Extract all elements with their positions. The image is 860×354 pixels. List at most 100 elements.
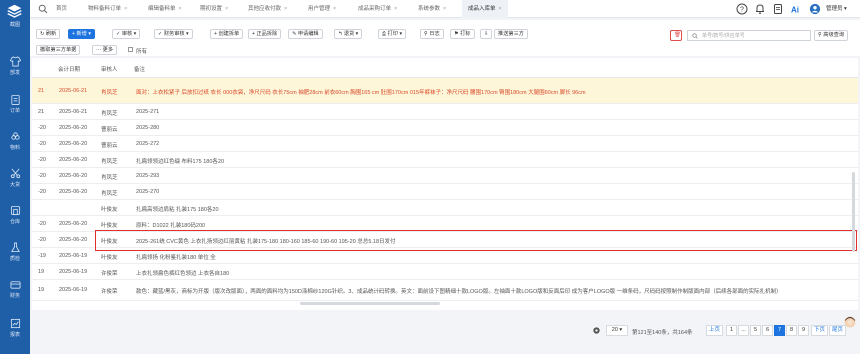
log-button[interactable]: ⚲ 日志 [420, 29, 444, 39]
page-number-button[interactable]: 8 [786, 325, 797, 336]
close-icon[interactable]: × [499, 6, 502, 12]
avatar[interactable] [808, 3, 822, 15]
table-row[interactable]: -20 2025-06-20 曹丽云 2025-280 [32, 120, 858, 136]
prev-page-button[interactable]: 上页 [706, 325, 724, 336]
mark-button[interactable]: ⚑ 打标 [450, 29, 475, 39]
user-menu[interactable]: 管理员 ▾ [826, 0, 847, 18]
table-row[interactable]: -20 2025-06-20 叶俊友 2025-261统 CVC黄色 上衣扎扬领边红丽… [32, 232, 858, 248]
chevron-down-icon: ▾ [399, 31, 403, 37]
tab-period-setup[interactable]: 期初设置 × [194, 0, 234, 18]
horizontal-scrollbar[interactable] [300, 302, 440, 305]
tab-label: 系统参数 [418, 6, 441, 12]
chart-icon [10, 318, 20, 329]
vertical-scrollbar[interactable] [852, 172, 855, 252]
positive-split-button[interactable]: + 正品拆除 [248, 29, 282, 39]
sidebar-item-8[interactable]: 报表 [0, 318, 30, 348]
delete-button[interactable]: 🗑 [670, 30, 682, 41]
page-size-select[interactable]: 20 ▾ [606, 325, 628, 336]
column-header[interactable]: 审核人 [101, 65, 118, 73]
sidebar-item-2[interactable]: 订单 [0, 94, 30, 124]
tab-material-order[interactable]: 物料备料订单 × [82, 0, 133, 18]
all-checkbox[interactable] [128, 47, 133, 52]
cancel-third-party-label: 撤取第三方单据 [40, 47, 77, 53]
push-third-party-button[interactable]: 推送第三方 [494, 29, 528, 39]
tab-product-inbound[interactable]: 成品入库单 × [462, 0, 508, 18]
next-page-button[interactable]: 下页 [811, 325, 829, 336]
note-cell: 扎扁领扬 化粉鉴扎装180 单位 全 [136, 255, 216, 261]
print-label: 打印 [387, 31, 398, 37]
search-field[interactable] [702, 31, 806, 40]
page-number-button[interactable]: 6 [762, 325, 773, 336]
print-button[interactable]: ⎙ 打印 ▾ [378, 29, 407, 39]
cancel-third-party-button[interactable]: 撤取第三方单据 [36, 45, 81, 55]
create-split-button[interactable]: + 创建拆单 [210, 29, 244, 39]
row-id-cell: -20 [38, 141, 46, 147]
close-icon[interactable]: × [124, 6, 127, 12]
page-number-button[interactable]: 1 [726, 325, 737, 336]
app-logo-icon [7, 4, 22, 18]
sidebar-item-0[interactable]: 截图 [0, 19, 30, 49]
bell-icon[interactable] [754, 3, 766, 15]
apply-edit-button[interactable]: ✎ 申请编辑 [288, 29, 323, 39]
table-row[interactable]: 叶俊友 扎扁高领边肩粘 扎装175 180各20 [32, 200, 858, 216]
note-cell: 2025-293 [136, 173, 160, 179]
column-header[interactable]: 会计日期 [58, 65, 80, 73]
close-icon[interactable]: × [394, 6, 397, 12]
apply-edit-label: 申请编辑 [297, 31, 319, 37]
table-row[interactable]: -20 2025-06-20 肖凤芝 2025-270 [32, 184, 858, 200]
close-icon[interactable]: × [443, 6, 446, 12]
more-icon: ··· [96, 47, 102, 53]
export-button[interactable]: ⇩ [480, 29, 493, 39]
document-icon[interactable] [772, 3, 784, 15]
page-number-button[interactable]: 9 [798, 325, 809, 336]
tab-product-purchase[interactable]: 成品采购订单 × [352, 0, 403, 18]
sidebar-item-3[interactable]: 物料 [0, 131, 30, 161]
auditor-cell: 曹丽云 [101, 143, 118, 149]
table-row[interactable]: -20 2025-06-20 肖凤芝 2025-293 [32, 168, 858, 184]
note-cell: 扎扁高领边肩粘 扎装175 180各20 [136, 207, 219, 213]
sidebar-item-6[interactable]: 质检 [0, 242, 30, 272]
column-header[interactable]: 备注 [134, 65, 145, 73]
tab-system-params[interactable]: 系统参数 × [412, 0, 452, 18]
support-avatar[interactable] [844, 316, 856, 328]
auditor-cell: 叶俊友 [101, 207, 118, 213]
table-row[interactable]: -20 2025-06-20 叶俊友 原料：D1022 扎装180码200 [32, 216, 858, 232]
settings-icon[interactable] [592, 326, 601, 335]
sidebar-item-1[interactable]: 部发 [0, 56, 30, 86]
table-row[interactable]: 21 2025-06-21 肖凤芝 面对：上衣松紧子 后放扣过纸 衣长 000衣袋，净… [32, 78, 858, 104]
close-icon[interactable]: × [333, 6, 336, 12]
tab-home[interactable]: 首页 [50, 0, 73, 18]
table-row[interactable]: 19 2025-06-19 许俊荣 上衣扎领扁色裤红色领边 上衣各自180 [32, 264, 858, 280]
return-button[interactable]: ↰ 退货 ▾ [334, 29, 363, 39]
table-row[interactable]: -19 2025-06-19 叶俊友 扎扁领扬 化粉鉴扎装180 单位 全 [32, 248, 858, 264]
sidebar-item-4[interactable]: 大货 [0, 168, 30, 198]
search-icon[interactable] [38, 4, 48, 14]
table-row[interactable]: -20 2025-06-20 曹丽云 2025-272 [32, 136, 858, 152]
help-icon[interactable]: ? [736, 3, 748, 15]
advanced-search-button[interactable]: ⚲ 高级查询 [814, 30, 849, 41]
close-icon[interactable]: × [284, 6, 287, 12]
tab-edit-material[interactable]: 编辑备料单 × [142, 0, 188, 18]
new-button[interactable]: + 新增 ▾ [68, 29, 95, 39]
page-number-button[interactable]: 5 [750, 325, 761, 336]
tab-other-payments[interactable]: 其他应收付款 × [242, 0, 293, 18]
search-input[interactable] [687, 30, 811, 41]
row-id-cell: -19 [38, 253, 46, 259]
more-button[interactable]: ··· 更多 [92, 45, 118, 55]
table-row[interactable]: -20 2025-06-20 肖凤芝 扎扁领领边红色缀 布料175 180各20 [32, 152, 858, 168]
close-icon[interactable]: × [179, 6, 182, 12]
all-label: 所有 [136, 49, 148, 55]
new-label: 新增 [76, 31, 87, 37]
sidebar-item-label: 订单 [9, 108, 20, 114]
finance-audit-button[interactable]: ✓ 财务审核 ▾ [154, 29, 193, 39]
sidebar-item-7[interactable]: 财务 [0, 279, 30, 309]
sidebar-item-5[interactable]: 仓库 [0, 205, 30, 235]
page-number-button[interactable]: 7 [774, 325, 785, 336]
close-icon[interactable]: × [225, 6, 228, 12]
audit-button[interactable]: ✓ 审核 ▾ [112, 29, 141, 39]
table-row[interactable]: 21 2025-06-21 肖凤芝 2025-271 [32, 104, 858, 120]
tab-user-management[interactable]: 用户管理 × [302, 0, 342, 18]
ai-icon[interactable]: Ai [790, 3, 802, 15]
refresh-button[interactable]: ↻ 刷新 [36, 29, 61, 39]
table-row[interactable]: 19 2025-06-19 许俊荣 款色：藏蓝/黑灰，商标为开版（版次改版面），两面的… [32, 280, 858, 301]
